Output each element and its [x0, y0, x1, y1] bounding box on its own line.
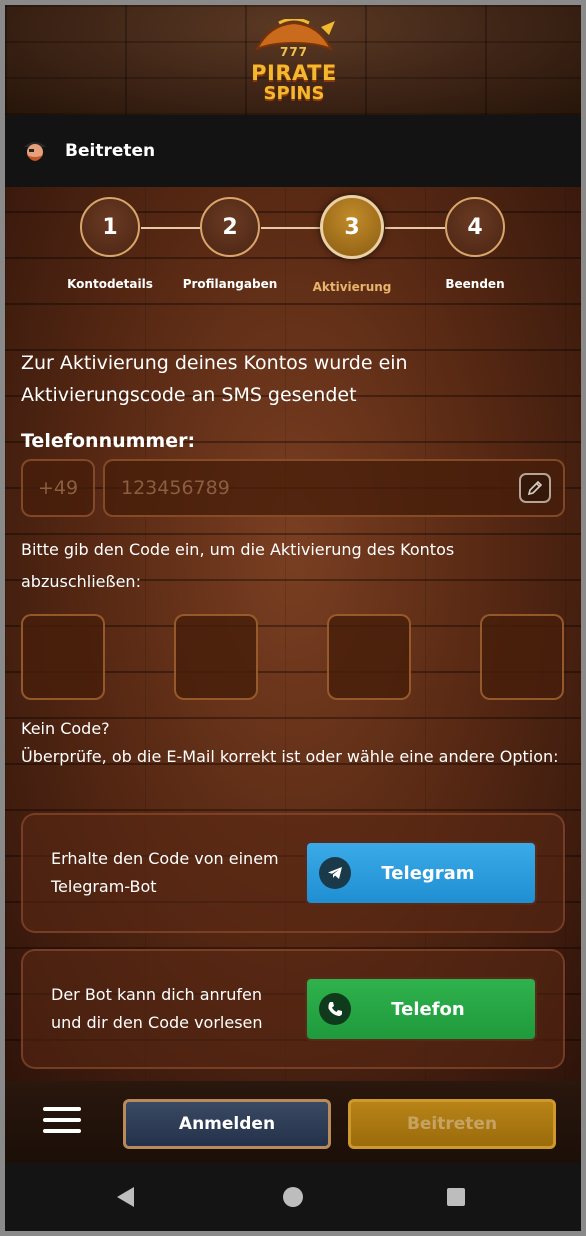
step-1-label: Kontodetails [67, 277, 153, 291]
phone-button-label: Telefon [391, 998, 465, 1020]
step-3-active: 3 [320, 195, 384, 259]
title-bar: Beitreten [5, 115, 581, 187]
login-button[interactable]: Anmelden [123, 1099, 331, 1149]
country-code-field[interactable]: +49 [21, 459, 95, 517]
step-1: 1 [80, 197, 140, 257]
phone-placeholder: 123456789 [121, 477, 230, 499]
main-content: 1 2 3 4 Kontodetails Profilangaben Aktiv… [5, 187, 581, 1087]
telegram-icon [319, 857, 351, 889]
code-input-2[interactable] [174, 614, 258, 700]
home-icon[interactable] [283, 1187, 303, 1207]
join-button[interactable]: Beitreten [348, 1099, 556, 1149]
telegram-button-label: Telegram [381, 862, 475, 884]
code-input-3[interactable] [327, 614, 411, 700]
phone-number-field[interactable]: 123456789 [103, 459, 565, 517]
code-input-1[interactable] [21, 614, 105, 700]
phone-option-text: Der Bot kann dich anrufen und dir den Co… [51, 985, 263, 1032]
telegram-button[interactable]: Telegram [305, 841, 537, 905]
step-2-label: Profilangaben [182, 277, 278, 291]
page-title: Beitreten [65, 141, 156, 161]
phone-label: Telefonnummer: [21, 430, 196, 452]
step-connector [141, 227, 201, 229]
activation-info: Zur Aktivierung deines Kontos wurde ein … [21, 352, 408, 406]
app-header: 777 PIRATE SPINS [5, 5, 581, 115]
phone-option-card: Der Bot kann dich anrufen und dir den Co… [21, 949, 565, 1069]
system-nav-bar [5, 1163, 581, 1231]
menu-icon[interactable] [43, 1107, 81, 1137]
back-icon[interactable] [117, 1187, 134, 1207]
recent-apps-icon[interactable] [447, 1188, 465, 1206]
code-input-4[interactable] [480, 614, 564, 700]
pirate-spins-logo[interactable]: 777 PIRATE SPINS [249, 19, 339, 105]
step-connector [385, 227, 445, 229]
country-code-placeholder: +49 [37, 477, 79, 499]
step-3-label: Aktivierung [312, 280, 392, 294]
step-4-label: Beenden [445, 277, 505, 291]
no-code-line2: Überprüfe, ob die E-Mail korrekt ist ode… [21, 747, 559, 766]
step-connector [261, 227, 321, 229]
code-prompt: Bitte gib den Code ein, um die Aktivieru… [21, 540, 455, 591]
step-4: 4 [445, 197, 505, 257]
logo-777: 777 [279, 45, 309, 59]
no-code-help: Kein Code? Überprüfe, ob die E-Mail korr… [21, 715, 561, 771]
logo-line1: PIRATE [251, 61, 337, 85]
pirate-avatar-icon [24, 142, 46, 161]
phone-call-button[interactable]: Telefon [305, 977, 537, 1041]
telegram-option-text: Erhalte den Code von einem Telegram-Bot [51, 849, 279, 896]
bottom-bar: Anmelden Beitreten [5, 1081, 581, 1163]
edit-phone-button[interactable] [519, 473, 551, 503]
telegram-option-card: Erhalte den Code von einem Telegram-Bot … [21, 813, 565, 933]
logo-line2: SPINS [263, 83, 325, 104]
stepper: 1 2 3 4 Kontodetails Profilangaben Aktiv… [5, 187, 581, 307]
pencil-icon [527, 480, 543, 496]
phone-icon [319, 993, 351, 1025]
no-code-line1: Kein Code? [21, 719, 110, 738]
step-2: 2 [200, 197, 260, 257]
